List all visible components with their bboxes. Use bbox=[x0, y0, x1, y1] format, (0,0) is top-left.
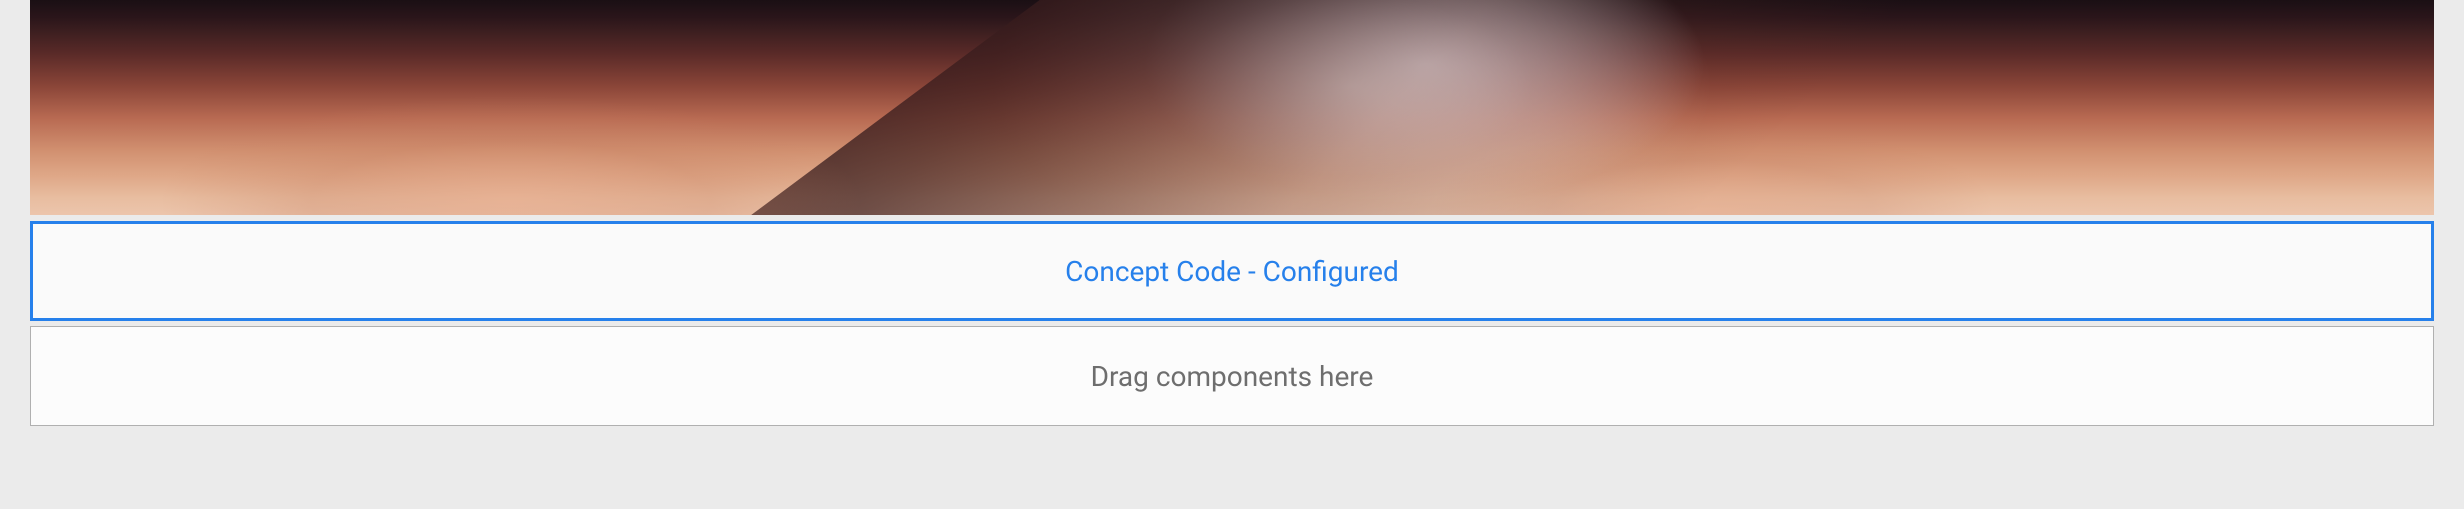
component-dropzone[interactable]: Drag components here bbox=[30, 326, 2434, 426]
page-editor-canvas: Concept Code - Configured Drag component… bbox=[0, 0, 2464, 426]
hero-image[interactable] bbox=[30, 0, 2434, 215]
component-concept-code[interactable]: Concept Code - Configured bbox=[30, 221, 2434, 321]
dropzone-placeholder: Drag components here bbox=[1091, 360, 1374, 393]
component-label: Concept Code - Configured bbox=[1065, 255, 1399, 288]
